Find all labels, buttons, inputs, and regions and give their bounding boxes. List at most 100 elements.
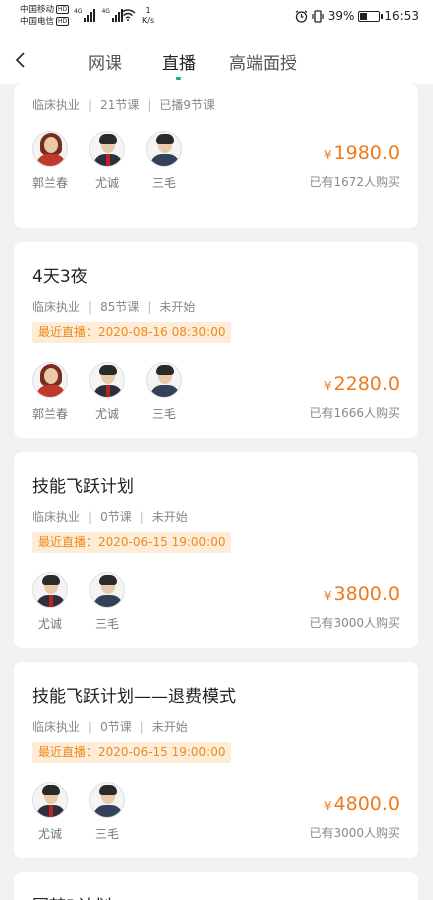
teacher: 郭兰春 xyxy=(28,362,72,422)
teacher-avatar xyxy=(89,131,125,167)
speed-unit: K/s xyxy=(142,16,155,25)
course-progress: 已播9节课 xyxy=(159,98,216,112)
teacher-name: 尤诚 xyxy=(37,827,62,841)
teacher-avatar xyxy=(146,131,182,167)
teacher: 尤诚 xyxy=(85,362,129,422)
course-price: ¥4800.0 xyxy=(324,793,400,815)
teacher-avatar xyxy=(32,572,68,608)
course-meta: 临床执业 | 85节课 | 未开始 xyxy=(32,298,195,315)
course-category: 临床执业 xyxy=(32,300,81,314)
course-title: 4天3夜 xyxy=(32,267,88,287)
net-speed: 1 K/s xyxy=(142,6,154,26)
live-time-tag: 最近直播：2020-06-15 19:00:00 xyxy=(32,532,232,553)
course-card[interactable]: 临床执业 | 21节课 | 已播9节课 郭兰春 尤诚 三毛 ¥1980.0 已有1672… xyxy=(14,84,418,228)
teacher-avatar xyxy=(89,572,125,608)
teacher-avatar xyxy=(32,131,68,167)
battery-icon xyxy=(358,10,384,22)
teacher: 三毛 xyxy=(142,362,186,422)
teacher: 三毛 xyxy=(142,131,186,191)
net-label: 4G xyxy=(74,8,83,15)
teacher: 三毛 xyxy=(85,782,129,842)
meta-separator: | xyxy=(88,720,93,734)
meta-separator: | xyxy=(88,510,93,524)
clock: 16:53 xyxy=(384,9,419,23)
status-right: 39% 16:53 xyxy=(295,9,419,23)
course-price: ¥1980.0 xyxy=(324,142,400,164)
currency-symbol: ¥ xyxy=(323,379,332,393)
tab-live[interactable]: 直播 xyxy=(162,49,196,74)
teacher: 三毛 xyxy=(85,572,129,632)
price-value: 3800.0 xyxy=(333,583,400,605)
teacher-avatar xyxy=(32,362,68,398)
meta-separator: | xyxy=(139,510,144,524)
teacher-name: 三毛 xyxy=(151,176,176,190)
course-price: ¥3800.0 xyxy=(324,583,400,605)
currency-symbol: ¥ xyxy=(323,799,332,813)
course-title: 圆梦B计划 xyxy=(32,892,112,900)
alarm-icon xyxy=(295,9,308,23)
teacher-avatar xyxy=(32,782,68,818)
course-card[interactable]: 技能飞跃计划——退费模式 临床执业 | 0节课 | 未开始 最近直播：2020-06-1… xyxy=(14,662,418,858)
course-category: 临床执业 xyxy=(32,98,81,112)
course-title: 技能飞跃计划——退费模式 xyxy=(32,687,236,707)
battery-fill xyxy=(360,12,368,20)
course-card[interactable]: 技能飞跃计划 临床执业 | 0节课 | 未开始 最近直播：2020-06-15 19:0… xyxy=(14,452,418,648)
course-title: 技能飞跃计划 xyxy=(32,477,134,497)
meta-separator: | xyxy=(88,300,93,314)
teacher-avatar xyxy=(89,782,125,818)
live-label: 最近直播： xyxy=(38,535,99,549)
status-bar: 中国移动 HD 中国电信 HD 4G 4G 1 K/s 39% 16:53 xyxy=(0,0,433,36)
live-time: 2020-06-15 19:00:00 xyxy=(98,535,226,549)
teacher-name: 尤诚 xyxy=(94,407,119,421)
live-time-tag: 最近直播：2020-06-15 19:00:00 xyxy=(32,742,232,763)
live-time: 2020-08-16 08:30:00 xyxy=(98,325,226,339)
teacher-avatar xyxy=(146,362,182,398)
price-value: 2280.0 xyxy=(333,373,400,395)
course-card[interactable]: 4天3夜 临床执业 | 85节课 | 未开始 最近直播：2020-08-16 08:30… xyxy=(14,242,418,438)
vibrate-icon xyxy=(312,9,324,23)
currency-symbol: ¥ xyxy=(323,148,332,162)
buyer-count: 已有1672人购买 xyxy=(309,175,400,189)
course-lessons: 0节课 xyxy=(100,720,132,734)
buyer-count: 已有3000人购买 xyxy=(309,826,400,840)
carrier-info: 中国移动 HD 中国电信 HD xyxy=(20,4,70,28)
live-label: 最近直播： xyxy=(38,325,99,339)
tab-online-course[interactable]: 网课 xyxy=(88,49,122,74)
teacher-name: 三毛 xyxy=(94,827,119,841)
teacher: 尤诚 xyxy=(85,131,129,191)
back-arrow-icon[interactable] xyxy=(12,48,32,72)
teacher-name: 尤诚 xyxy=(37,617,62,631)
teacher-name: 三毛 xyxy=(151,407,176,421)
price-value: 4800.0 xyxy=(333,793,400,815)
teacher: 郭兰春 xyxy=(28,131,72,191)
teacher-name: 三毛 xyxy=(94,617,119,631)
hd-badge: HD xyxy=(56,17,70,26)
battery-percent: 39% xyxy=(327,9,355,23)
signal-icon: 4G 4G xyxy=(74,8,123,22)
buyer-count: 已有1666人购买 xyxy=(309,406,400,420)
meta-separator: | xyxy=(88,98,93,112)
carrier-2: 中国电信 xyxy=(20,17,55,27)
active-tab-indicator xyxy=(176,77,181,80)
buyer-count: 已有3000人购买 xyxy=(309,616,400,630)
course-meta: 临床执业 | 0节课 | 未开始 xyxy=(32,508,188,525)
price-value: 1980.0 xyxy=(333,142,400,164)
course-card[interactable]: 圆梦B计划 xyxy=(14,872,418,900)
wifi-icon xyxy=(120,9,136,21)
course-lessons: 21节课 xyxy=(100,98,140,112)
course-lessons: 85节课 xyxy=(100,300,140,314)
course-category: 临床执业 xyxy=(32,720,81,734)
currency-symbol: ¥ xyxy=(323,589,332,603)
course-meta: 临床执业 | 21节课 | 已播9节课 xyxy=(32,96,215,113)
carrier-1: 中国移动 xyxy=(20,5,55,15)
teacher-name: 尤诚 xyxy=(94,176,119,190)
tab-premium-class[interactable]: 高端面授 xyxy=(229,49,297,74)
course-price: ¥2280.0 xyxy=(324,373,400,395)
course-progress: 未开始 xyxy=(151,510,188,524)
hd-badge: HD xyxy=(56,5,70,14)
meta-separator: | xyxy=(147,98,152,112)
net-label: 4G xyxy=(101,8,110,15)
live-time: 2020-06-15 19:00:00 xyxy=(98,745,226,759)
course-category: 临床执业 xyxy=(32,510,81,524)
meta-separator: | xyxy=(139,720,144,734)
